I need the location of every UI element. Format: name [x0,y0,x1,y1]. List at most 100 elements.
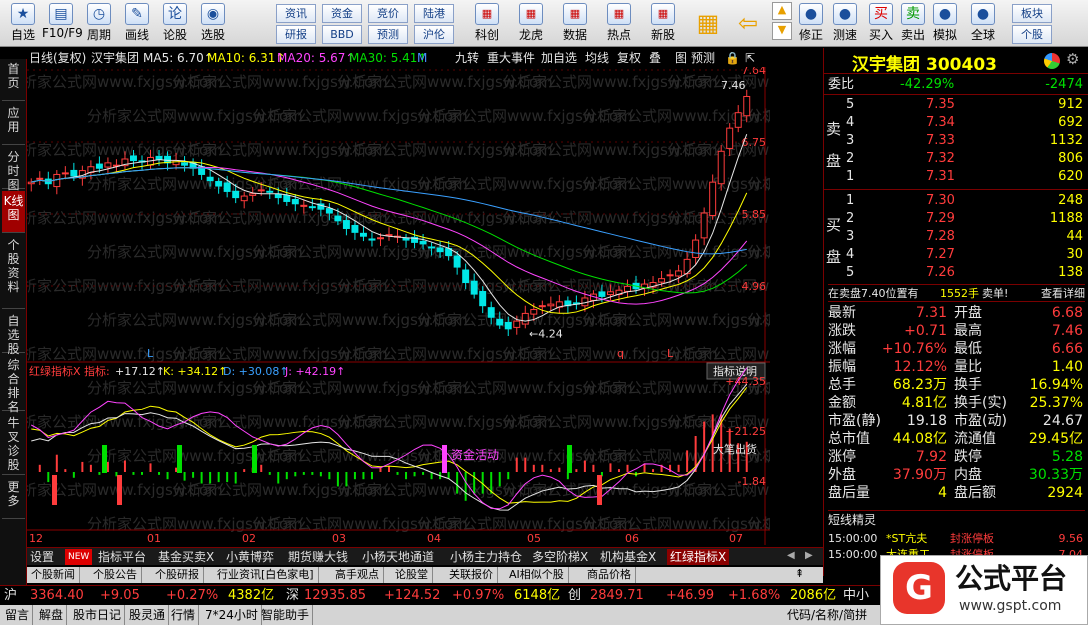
mini-btn-bottom-2[interactable]: 预测 [368,25,408,44]
toolbar-btn-2[interactable]: ◷ 周期 [80,1,118,45]
down-arrow-icon[interactable]: ▼ [772,22,792,40]
collapse-icon[interactable]: ⇞ [795,567,804,580]
toolbar-btn2-1[interactable]: ▦ 龙虎 [510,1,552,45]
mini-btn-bottom-0[interactable]: 研报 [276,25,316,44]
buy-row[interactable]: 1 7.30 248 [828,192,1085,210]
indicator-tab-6[interactable]: 小杨天地通道 [359,549,437,565]
chart-menu-item-0[interactable]: 九转 [455,49,479,67]
chart-menu-item-4[interactable]: 复权 [617,49,641,67]
up-arrow-icon[interactable]: ▲ [772,2,792,20]
mini-btn-top-3[interactable]: 陆港 [414,4,454,23]
sz-value[interactable]: 12935.85 [304,586,366,606]
info-tab-4[interactable]: 高手观点 [331,567,384,583]
buy-row[interactable]: 2 7.29 1188 [828,210,1085,228]
mini-btn-top-0[interactable]: 资讯 [276,4,316,23]
toolbar-btn2-2[interactable]: ▦ 数据 [554,1,596,45]
toolbar-btn-1[interactable]: ▤ F10/F9 [42,1,83,45]
buy-row[interactable]: 4 7.27 30 [828,246,1085,264]
sell-row[interactable]: 2 7.32 806 [828,150,1085,168]
stock-button[interactable]: 个股 [1012,25,1052,44]
info-tab-2[interactable]: 个股研报 [151,567,204,583]
chart-menu-item-6[interactable]: 图 [675,49,687,67]
toolbar-right-btn-3[interactable]: 卖卖出 [896,1,930,45]
mini-btn-bottom-3[interactable]: 沪伦 [414,25,454,44]
leftnav-item-3[interactable]: K线图 [2,191,25,233]
indicator-tab-4[interactable]: 小黄博弈 [223,549,277,565]
sector-button[interactable]: 板块 [1012,4,1052,23]
leftnav-item-0[interactable]: 首页 [2,59,25,101]
indicator-tab-10[interactable]: 红绿指标X [667,549,730,565]
indicator-tab-1[interactable]: NEW [65,549,93,565]
grid-icon[interactable]: ▦ [694,8,722,38]
info-tab-7[interactable]: AI相似个股 [505,567,569,583]
indicator-tab-3[interactable]: 基金买卖X [155,549,217,565]
toolbar-right-btn-0[interactable]: ● 修正 [794,1,828,45]
leftnav-item-7[interactable]: 牛叉诊股 [2,413,25,475]
notice-detail-link[interactable]: 查看详细 [1041,285,1085,303]
status-item-5[interactable]: 7*24小时 [202,605,262,625]
indicator-tab-7[interactable]: 小杨主力持仓 [447,549,525,565]
expand-icon[interactable]: ⇱ [745,49,755,67]
leftnav-item-2[interactable]: 分时图 [2,147,25,192]
toolbar-btn-5[interactable]: ◉ 选股 [194,1,232,45]
left-arrow-icon[interactable]: ⇦ [734,8,762,38]
info-tab-6[interactable]: 关联报价 [445,567,498,583]
cy-value[interactable]: 2849.71 [590,586,644,606]
info-tab-5[interactable]: 论股堂 [391,567,433,583]
status-item-3[interactable]: 股灵通 [126,605,170,625]
tab-scroll-right[interactable]: ▶ [805,550,813,561]
sell-row[interactable]: 3 7.33 1132 [828,132,1085,150]
leftnav-item-1[interactable]: 应用 [2,103,25,145]
toolbar-btn-3[interactable]: ✎ 画线 [118,1,156,45]
info-tab-0[interactable]: 个股新闻 [27,567,80,583]
buy-row[interactable]: 5 7.26 138 [828,264,1085,282]
gear-icon[interactable]: ⚙ [1066,50,1079,68]
pie-icon[interactable] [1044,53,1060,69]
info-tab-1[interactable]: 个股公告 [89,567,142,583]
indicator-tab-0[interactable]: 设置 [27,549,57,565]
chart-menu-item-7[interactable]: 预测 [691,49,715,67]
status-item-1[interactable]: 解盘 [36,605,68,625]
toolbar-btn-0[interactable]: ★ 自选 [4,1,42,45]
status-item-4[interactable]: 行情 [168,605,200,625]
toolbar-btn2-4[interactable]: ▦ 新股 [642,1,684,45]
mini-btn-top-1[interactable]: 资金 [322,4,362,23]
chart-menu-item-1[interactable]: 重大事件 [487,49,535,67]
lock-icon[interactable]: 🔒 [725,49,740,67]
indicator-name[interactable]: 红绿指标X 指标: [29,364,110,378]
short-line-title[interactable]: 短线精灵 [828,510,1085,528]
toolbar-right-btn-1[interactable]: ● 测速 [828,1,862,45]
toolbar-btn2-0[interactable]: ▦ 科创 [466,1,508,45]
chart-menu-item-5[interactable]: 叠 [649,49,661,67]
indicator-tab-8[interactable]: 多空阶梯X [529,549,591,565]
chart-menu-item-3[interactable]: 均线 [585,49,609,67]
toolbar-btn-4[interactable]: 论论股 [156,1,194,45]
leftnav-item-4[interactable]: 个股资料 [2,235,25,309]
sell-row[interactable]: 4 7.34 692 [828,114,1085,132]
toolbar-right-btn-2[interactable]: 买买入 [864,1,898,45]
code-search-hint[interactable]: 代码/名称/简拼 [784,605,870,625]
kline-chart-area[interactable]: 分析家公式网www.fxjgsw.Com 分析家公式网www.fxjgsw.Com… [7,64,963,545]
status-item-2[interactable]: 股市日记 [70,605,126,625]
sell-row[interactable]: 1 7.31 620 [828,168,1085,186]
sh-value[interactable]: 3364.40 [30,586,84,606]
chart-menu-item-2[interactable]: 加自选 [541,49,577,67]
status-item-0[interactable]: 留言 [2,605,34,625]
indicator-tab-2[interactable]: 指标平台 [95,549,149,565]
toolbar-right-btn-4[interactable]: ● 模拟 [928,1,962,45]
tab-scroll-left[interactable]: ◀ [787,550,795,561]
mini-btn-bottom-1[interactable]: BBD [322,25,362,44]
leftnav-item-5[interactable]: 自选股 [2,311,25,356]
buy-row[interactable]: 3 7.28 44 [828,228,1085,246]
indicator-tab-9[interactable]: 机构基金X [597,549,659,565]
info-tab-8[interactable]: 商品价格 [583,567,636,583]
period-label[interactable]: 日线(复权) [29,49,86,67]
info-tab-3[interactable]: 行业资讯[白色家电] [213,567,319,583]
mini-btn-top-2[interactable]: 竞价 [368,4,408,23]
status-item-6[interactable]: 智能助手 [258,605,314,625]
toolbar-right-btn-5[interactable]: ● 全球 [966,1,1000,45]
toolbar-btn2-3[interactable]: ▦ 热点 [598,1,640,45]
leftnav-item-6[interactable]: 综合排名 [2,355,25,414]
indicator-tab-5[interactable]: 期货赚大钱 [285,549,351,565]
leftnav-item-8[interactable]: 更多 [2,477,25,519]
